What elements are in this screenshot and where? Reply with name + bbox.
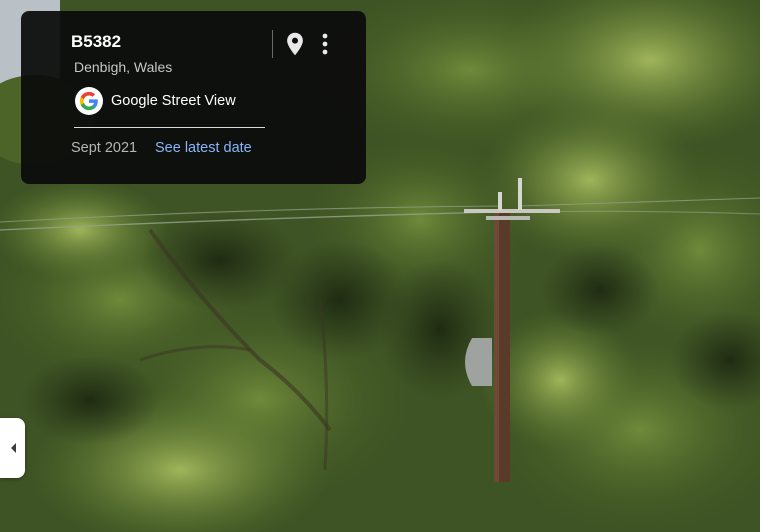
road-name-title: B5382 — [71, 32, 122, 51]
location-info-card: B5382 Denbigh, Wales Google Street View … — [21, 11, 366, 184]
google-g-icon — [75, 87, 103, 115]
chevron-left-icon — [10, 443, 16, 453]
street-view-viewport[interactable]: B5382 Denbigh, Wales Google Street View … — [0, 0, 760, 532]
place-subtitle: Denbigh, Wales — [74, 59, 173, 75]
card-divider — [74, 127, 265, 128]
side-panel-toggle-button[interactable] — [0, 418, 25, 478]
location-pin-icon — [287, 32, 303, 56]
provider-label: Google Street View — [111, 93, 236, 109]
more-options-button[interactable] — [314, 30, 336, 58]
capture-date: Sept 2021 — [71, 140, 138, 156]
provider-row: Google Street View — [75, 87, 236, 115]
see-latest-date-link[interactable]: See latest date — [155, 140, 252, 156]
card-vertical-divider — [272, 30, 273, 58]
location-pin-button[interactable] — [282, 30, 308, 58]
more-vert-icon — [322, 33, 328, 55]
